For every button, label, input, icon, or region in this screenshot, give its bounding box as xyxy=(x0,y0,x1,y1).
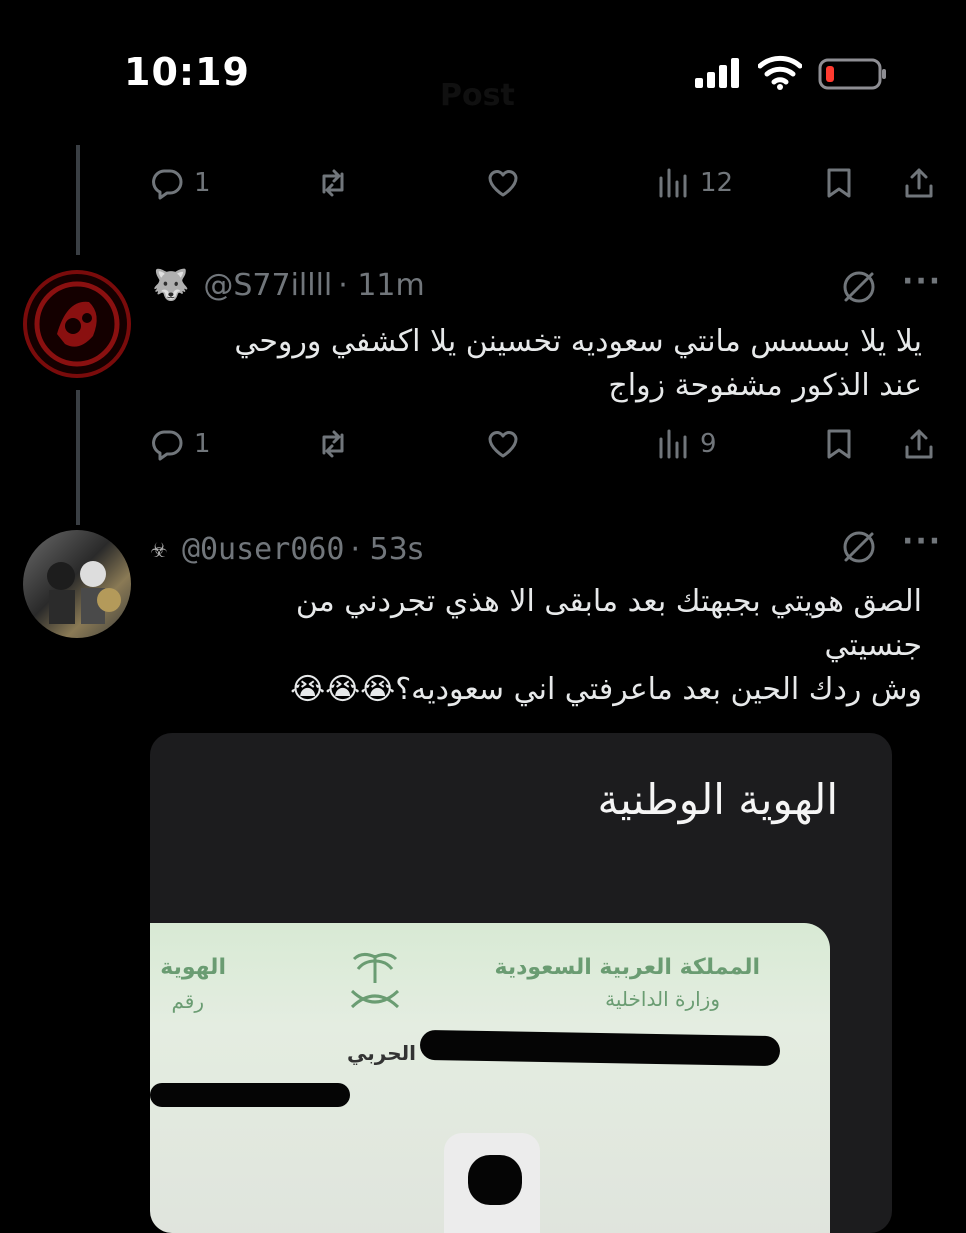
tweet-header: ☣ @0user060 · 53s xyxy=(150,532,423,567)
user-handle[interactable]: @S77illll xyxy=(203,268,332,303)
tweet-time: · 11m xyxy=(338,268,425,303)
share-button[interactable] xyxy=(902,427,936,461)
views-icon xyxy=(659,168,687,198)
views-count: 12 xyxy=(700,168,734,198)
views-count: 9 xyxy=(700,429,717,459)
grok-icon[interactable] xyxy=(840,528,878,566)
tweet-line: الصق هويتي بجبهتك بعد مابقى الا هذي تجرد… xyxy=(295,584,922,619)
thread-line xyxy=(76,390,80,525)
cellular-signal-icon xyxy=(695,58,739,88)
more-icon[interactable]: ··· xyxy=(902,264,942,299)
avatar[interactable] xyxy=(23,530,131,638)
card-kingdom-text: المملكة العربية السعودية xyxy=(494,955,760,980)
action-row-prev: 1 12 xyxy=(150,166,950,210)
bookmark-button[interactable] xyxy=(822,427,856,461)
views-button[interactable]: 12 xyxy=(656,166,733,200)
palm-swords-emblem-icon xyxy=(350,952,400,1009)
media-attachment[interactable]: الهوية الوطنية المملكة العربية السعودية … xyxy=(150,733,892,1233)
card-ministry-text: وزارة الداخلية xyxy=(605,987,720,1011)
avatar-emblem-icon xyxy=(34,281,120,367)
like-button[interactable] xyxy=(486,166,520,200)
faded-page-title: Post xyxy=(440,78,515,113)
thread-line xyxy=(76,145,80,255)
tweet-line: جنسيتي xyxy=(824,628,922,663)
reply-button[interactable]: 1 xyxy=(150,166,211,200)
bookmark-button[interactable] xyxy=(822,166,856,200)
share-icon xyxy=(905,429,933,459)
retweet-button[interactable] xyxy=(316,427,350,461)
biohazard-badge-icon: ☣ xyxy=(150,537,168,562)
action-row-tweet1: 1 9 xyxy=(150,427,950,471)
wolf-badge-icon: 🐺 xyxy=(152,268,190,303)
tweet-line: عند الذكور مشفوحة زواج xyxy=(608,368,922,403)
grok-icon[interactable] xyxy=(840,268,878,306)
reply-icon xyxy=(152,169,183,200)
reply-icon xyxy=(152,430,183,461)
retweet-icon xyxy=(322,169,344,197)
national-id-card: المملكة العربية السعودية وزارة الداخلية … xyxy=(150,923,830,1233)
avatar[interactable] xyxy=(23,270,131,378)
retweet-icon xyxy=(322,430,344,458)
redaction-mark xyxy=(419,1029,781,1067)
card-left-label: الهوية xyxy=(160,955,226,980)
bookmark-icon xyxy=(827,429,851,459)
status-time: 10:19 xyxy=(124,50,250,94)
reply-count: 1 xyxy=(194,168,211,198)
tweet-text: يلا يلا بسسس مانتي سعوديه تخسينن يلا اكش… xyxy=(142,320,922,408)
views-button[interactable]: 9 xyxy=(656,427,717,461)
media-title: الهوية الوطنية xyxy=(597,775,838,824)
reply-count: 1 xyxy=(194,429,211,459)
heart-icon xyxy=(488,170,518,197)
battery-low-icon xyxy=(818,58,886,90)
avatar-photo-icon xyxy=(47,561,121,624)
tweet-line: وش ردك الحين بعد ماعرفتي اني سعوديه؟😭😭😭 xyxy=(290,672,922,707)
more-icon[interactable]: ··· xyxy=(902,524,942,559)
redaction-mark xyxy=(468,1155,522,1205)
user-handle[interactable]: @0user060 xyxy=(182,532,345,567)
tweet-line: يلا يلا بسسس مانتي سعوديه تخسينن يلا اكش… xyxy=(234,324,922,359)
card-name-fragment: الحربي xyxy=(347,1041,416,1065)
views-icon xyxy=(659,429,687,459)
heart-icon xyxy=(488,431,518,458)
bookmark-icon xyxy=(827,168,851,198)
reply-button[interactable]: 1 xyxy=(150,427,211,461)
share-icon xyxy=(905,168,933,198)
share-button[interactable] xyxy=(902,166,936,200)
tweet-header: 🐺 @S77illll · 11m xyxy=(152,268,425,303)
wifi-icon xyxy=(758,55,802,90)
tweet-text: الصق هويتي بجبهتك بعد مابقى الا هذي تجرد… xyxy=(142,580,922,712)
tweet-time: · 53s xyxy=(350,532,424,567)
like-button[interactable] xyxy=(486,427,520,461)
redaction-mark xyxy=(150,1083,350,1107)
retweet-button[interactable] xyxy=(316,166,350,200)
card-left-sub: رقم xyxy=(171,989,204,1013)
